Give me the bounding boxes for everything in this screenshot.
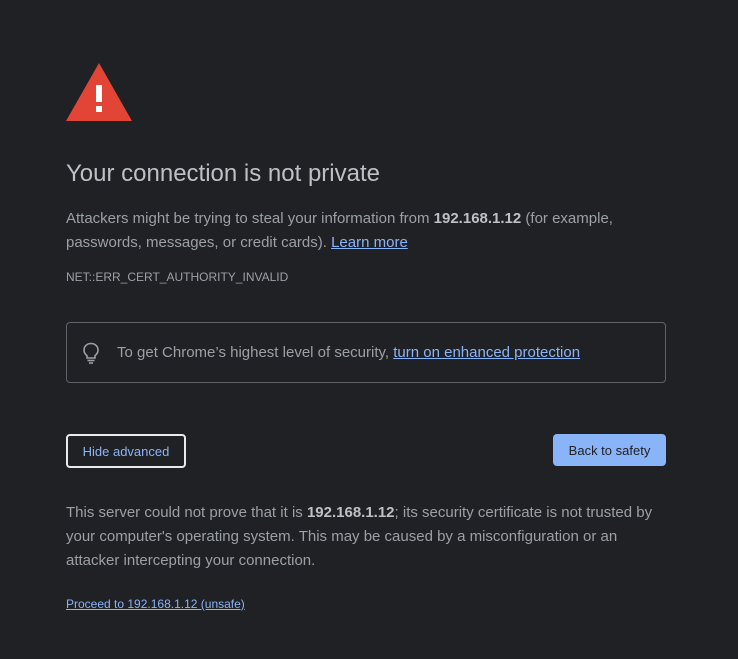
lightbulb-icon	[83, 342, 99, 364]
back-to-safety-button[interactable]: Back to safety	[553, 434, 666, 466]
enhanced-protection-text: To get Chrome’s highest level of securit…	[117, 343, 580, 363]
page-title: Your connection is not private	[66, 160, 380, 187]
details-host: 192.168.1.12	[306, 504, 395, 521]
description-host: 192.168.1.12	[433, 210, 522, 227]
description-prefix: Attackers might be trying to steal your …	[66, 210, 434, 227]
learn-more-link[interactable]: Learn more	[331, 234, 408, 251]
main-description: Attackers might be trying to steal your …	[66, 207, 666, 255]
advanced-details: This server could not prove that it is 1…	[66, 501, 666, 573]
details-prefix: This server could not prove that it is	[66, 504, 307, 521]
hide-advanced-button[interactable]: Hide advanced	[66, 434, 186, 468]
enhanced-protection-link[interactable]: turn on enhanced protection	[393, 344, 580, 361]
warning-triangle-icon	[66, 63, 132, 121]
proceed-unsafe-link[interactable]: Proceed to 192.168.1.12 (unsafe)	[66, 597, 245, 611]
enhanced-protection-box: To get Chrome’s highest level of securit…	[66, 322, 666, 383]
enhanced-protection-message: To get Chrome’s highest level of securit…	[117, 344, 394, 361]
error-code: NET::ERR_CERT_AUTHORITY_INVALID	[66, 270, 289, 284]
